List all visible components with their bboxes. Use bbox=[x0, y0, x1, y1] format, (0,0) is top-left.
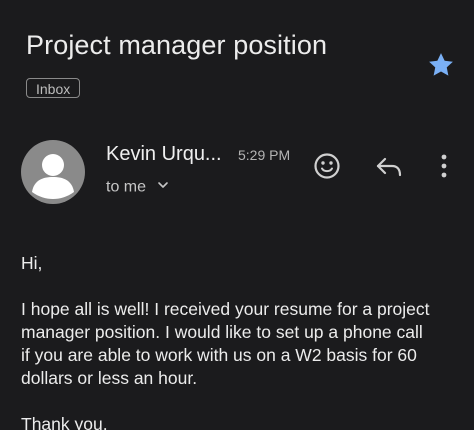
reply-icon bbox=[376, 157, 402, 177]
email-closing: Thank you, bbox=[21, 414, 108, 430]
recipient-label: to me bbox=[106, 178, 147, 196]
more-vert-icon bbox=[441, 154, 447, 178]
emoji-react-icon bbox=[314, 153, 340, 179]
sent-time: 5:29 PM bbox=[238, 147, 291, 163]
email-paragraph: I hope all is well! I received your resu… bbox=[21, 298, 461, 390]
more-options-button[interactable] bbox=[436, 152, 452, 180]
email-subject: Project manager position bbox=[26, 30, 328, 60]
body-line: manager position. I would like to set up… bbox=[21, 322, 423, 342]
chevron-down-icon bbox=[156, 178, 170, 197]
sender-name[interactable]: Kevin Urqu... bbox=[106, 143, 222, 166]
email-body: Hi, I hope all is well! I received your … bbox=[21, 252, 461, 430]
star-button[interactable] bbox=[426, 50, 456, 80]
email-greeting: Hi, bbox=[21, 253, 43, 273]
inbox-label-chip[interactable]: Inbox bbox=[26, 78, 81, 98]
emoji-react-button[interactable] bbox=[312, 151, 342, 181]
avatar[interactable] bbox=[21, 140, 85, 204]
reply-button[interactable] bbox=[373, 154, 405, 180]
star-icon bbox=[429, 53, 453, 76]
body-line: dollars or less an hour. bbox=[21, 368, 198, 388]
email-view: Project manager position Inbox Kevin Urq… bbox=[0, 0, 474, 430]
body-line: I hope all is well! I received your resu… bbox=[21, 299, 430, 319]
recipient-details-toggle[interactable]: to me bbox=[106, 178, 170, 197]
body-line: if you are able to work with us on a W2 … bbox=[21, 345, 417, 365]
person-icon bbox=[32, 154, 74, 199]
